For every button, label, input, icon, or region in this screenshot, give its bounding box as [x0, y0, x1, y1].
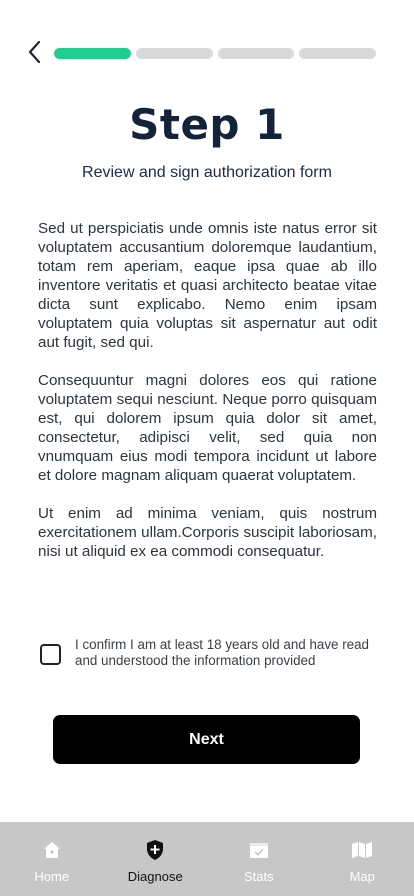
calendar-check-icon [248, 840, 270, 860]
chevron-left-icon [28, 40, 41, 64]
tab-label: Home [34, 869, 70, 884]
tab-label: Map [349, 869, 375, 884]
paragraph: Sed ut perspiciatis unde omnis iste natu… [38, 220, 377, 351]
tab-stats[interactable]: Stats [207, 822, 311, 896]
home-icon [41, 840, 63, 860]
back-button[interactable] [20, 38, 48, 66]
paragraph: Consequuntur magni dolores eos qui ratio… [38, 372, 377, 484]
tab-map[interactable]: Map [311, 822, 414, 896]
progress-segment [299, 48, 376, 59]
confirm-label: I confirm I am at least 18 years old and… [75, 637, 370, 668]
map-icon [351, 840, 373, 860]
tab-label: Stats [243, 869, 274, 884]
progress-segment [217, 48, 295, 59]
next-button[interactable]: Next [53, 715, 360, 764]
confirm-checkbox[interactable] [40, 644, 61, 665]
bottom-tab-bar: Home Diagnose Stats Map [0, 822, 414, 896]
tab-label: Diagnose [127, 869, 183, 884]
authorization-text: Sed ut perspiciatis unde omnis iste natu… [38, 219, 377, 580]
step-title: Step 1 [129, 100, 285, 149]
age-confirmation: I confirm I am at least 18 years old and… [40, 637, 380, 673]
step-subtitle: Review and sign authorization form [82, 164, 332, 181]
paragraph: Ut enim ad minima veniam, quis nostrum e… [38, 505, 377, 560]
tab-diagnose[interactable]: Diagnose [104, 822, 208, 896]
step-progress-bar [54, 48, 376, 59]
tab-home[interactable]: Home [0, 822, 104, 896]
progress-segment [54, 48, 131, 59]
shield-plus-icon [144, 840, 166, 860]
top-bar [0, 0, 414, 104]
progress-segment [135, 48, 213, 59]
